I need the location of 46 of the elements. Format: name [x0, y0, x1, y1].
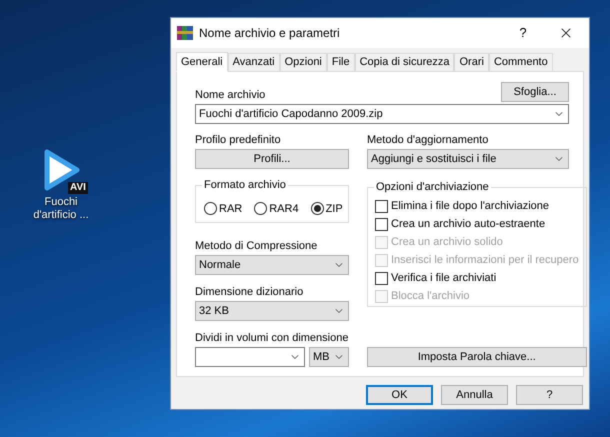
- field-label: Dimensione dizionario: [195, 285, 304, 299]
- checkbox[interactable]: [375, 200, 388, 213]
- tab[interactable]: Orari: [454, 53, 489, 71]
- browse-button[interactable]: Sfoglia...: [501, 82, 569, 102]
- field-label: Nome archivio: [195, 88, 266, 102]
- checkbox-label: Elimina i file dopo l'archiviazione: [391, 199, 550, 214]
- app-icon: [177, 25, 193, 41]
- tab[interactable]: File: [326, 53, 355, 71]
- radio-button[interactable]: [204, 202, 217, 216]
- profiles-button[interactable]: Profili...: [195, 149, 349, 169]
- set-password-button[interactable]: Imposta Parola chiave...: [367, 347, 587, 367]
- radio-button[interactable]: [254, 202, 268, 216]
- group-title: Opzioni d'archiviazione: [374, 180, 491, 194]
- field-label: Metodo di Compressione: [195, 239, 318, 253]
- tab[interactable]: Avanzati: [228, 53, 280, 71]
- dialog-button[interactable]: Annulla: [441, 385, 508, 405]
- radio-button[interactable]: [310, 202, 324, 216]
- radio-option[interactable]: RAR4: [254, 200, 299, 217]
- checkbox-label: Verifica i file archiviati: [391, 271, 496, 286]
- update-method-dropdown[interactable]: Aggiungi e sostituisci i file: [367, 149, 569, 169]
- checkbox-label: Inserisci le informazioni per il recupero: [391, 253, 579, 268]
- radio-option[interactable]: RAR: [204, 200, 242, 217]
- file-type-badge: AVI: [68, 182, 88, 194]
- checkbox-label: Crea un archivio solido: [391, 235, 503, 250]
- tab[interactable]: Generali: [176, 52, 228, 72]
- checkbox-label: Crea un archivio auto-estraente: [391, 217, 546, 232]
- tab[interactable]: Copia di sicurezza: [354, 53, 454, 71]
- field-label: Dividi in volumi con dimensione: [195, 331, 349, 345]
- field-label: Profilo predefinito: [195, 133, 282, 147]
- checkbox-label: Blocca l'archivio: [391, 289, 470, 304]
- field-label: Metodo d'aggiornamento: [367, 133, 490, 147]
- volume-size-field[interactable]: [195, 347, 305, 367]
- tab[interactable]: Commento: [488, 53, 553, 71]
- checkbox[interactable]: [375, 218, 388, 231]
- compression-dropdown[interactable]: Normale: [195, 255, 349, 275]
- window-title: Nome archivio e parametri: [199, 25, 340, 42]
- radio-option[interactable]: ZIP: [310, 200, 343, 217]
- archive-name-field[interactable]: Fuochi d'artificio Capodanno 2009.zip: [195, 104, 569, 124]
- dialog-button[interactable]: ?: [516, 385, 583, 405]
- unit-dropdown[interactable]: MB: [309, 347, 349, 367]
- dialog-button[interactable]: OK: [366, 385, 433, 405]
- checkbox[interactable]: [375, 272, 388, 285]
- file-name[interactable]: Fuochi d'artificio ...: [26, 196, 96, 222]
- dictionary-size-dropdown[interactable]: 32 KB: [195, 301, 349, 321]
- help-button[interactable]: ?: [503, 18, 543, 48]
- tab[interactable]: Opzioni: [280, 53, 327, 71]
